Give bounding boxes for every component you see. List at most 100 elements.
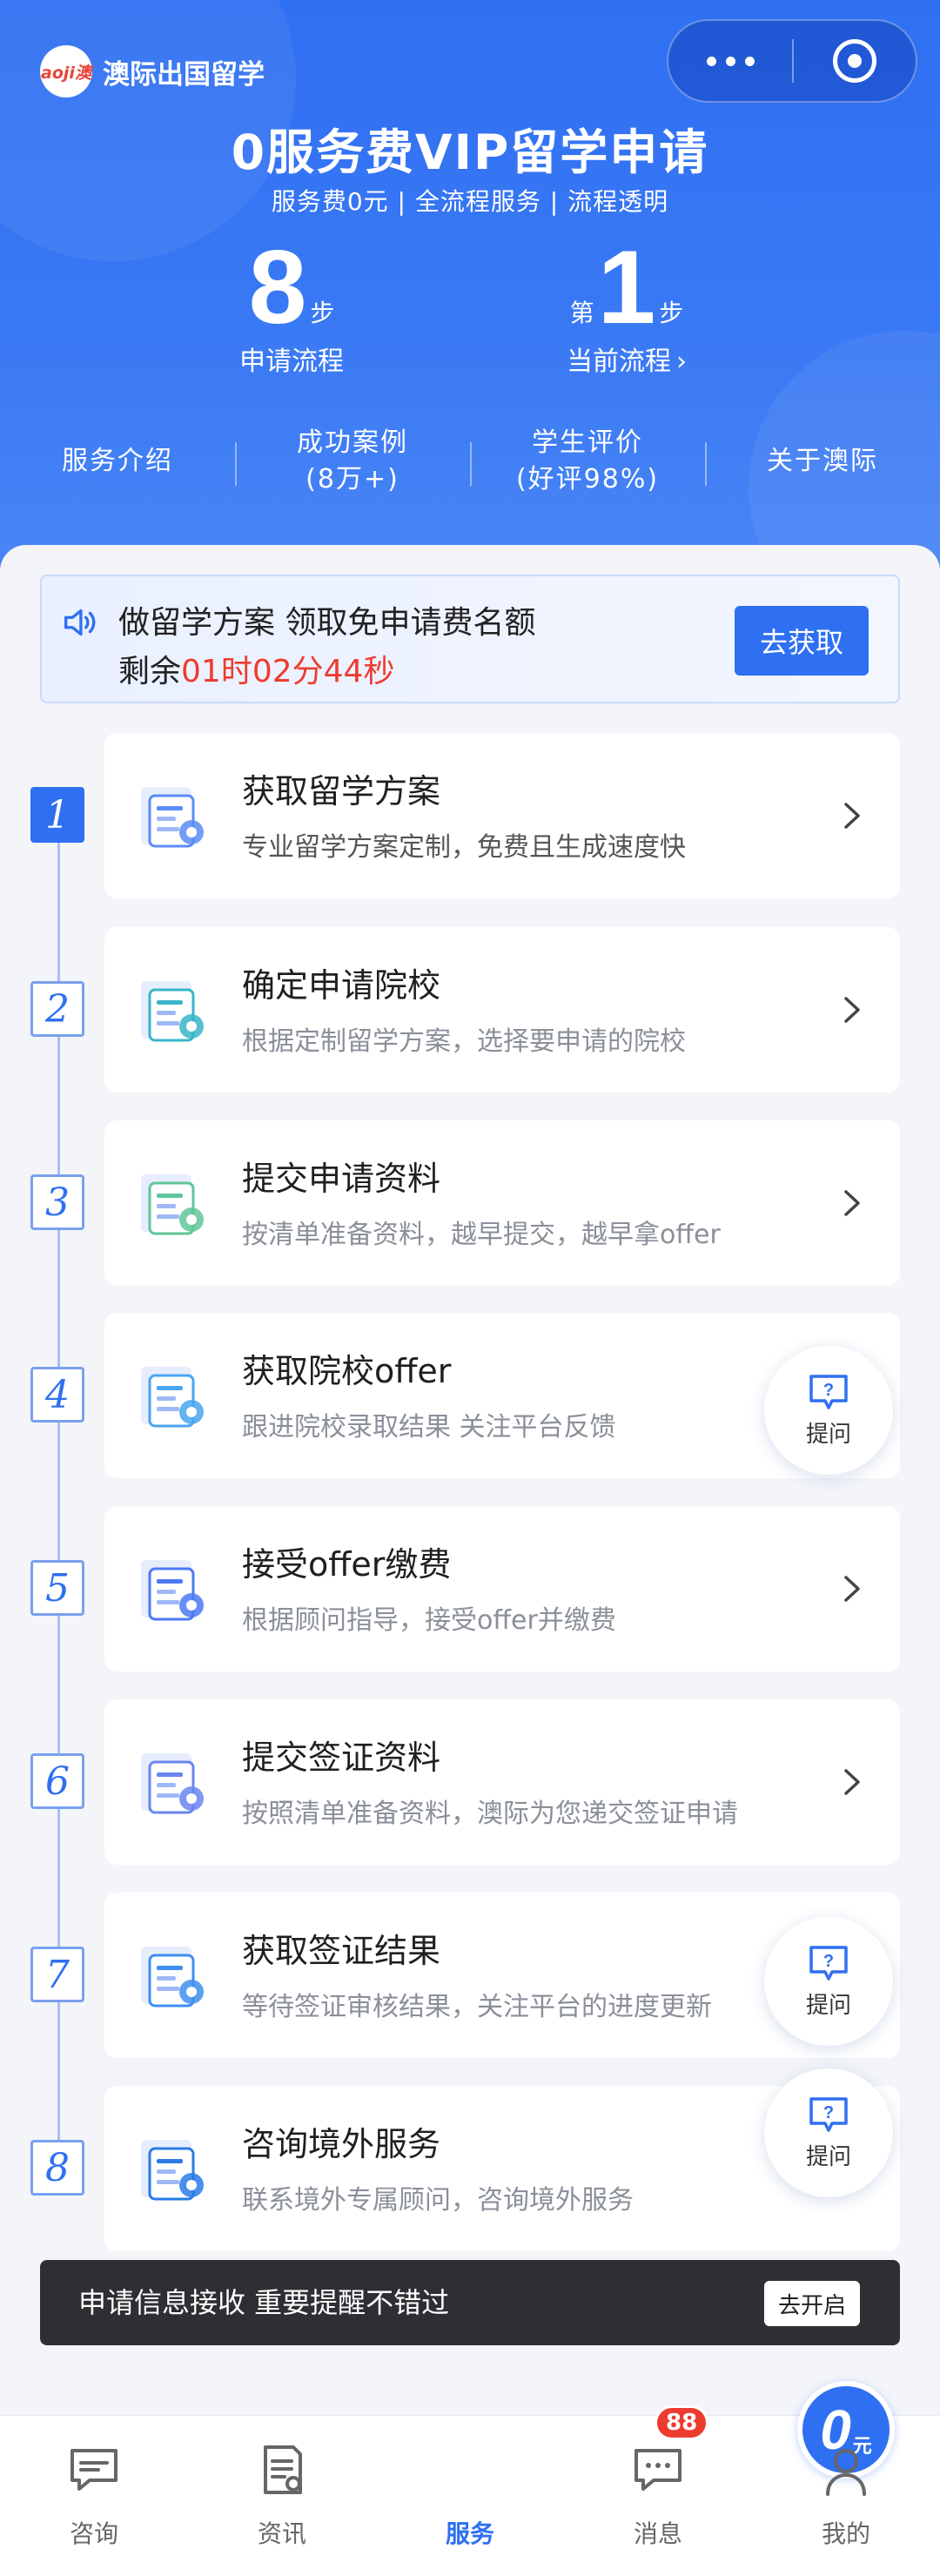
magnifier-document-icon bbox=[131, 1934, 214, 2018]
stat-current-unit: 步 bbox=[659, 299, 684, 327]
step-title: 提交签证资料 bbox=[242, 1739, 441, 1777]
enable-notification-button[interactable]: 去开启 bbox=[764, 2281, 860, 2326]
ask-question-button[interactable]: ? 提问 bbox=[764, 1917, 893, 2046]
promo-remaining-label: 剩余 bbox=[118, 654, 182, 689]
svg-text:?: ? bbox=[823, 1952, 834, 1971]
get-plan-button[interactable]: 去获取 bbox=[735, 606, 869, 676]
ask-question-button[interactable]: ? 提问 bbox=[764, 2068, 893, 2197]
shield-document-icon bbox=[131, 1355, 214, 1438]
step-description: 跟进院校录取结果 关注平台反馈 bbox=[242, 1412, 616, 1443]
step-description: 按清单准备资料，越早提交，越早拿offer bbox=[242, 1220, 721, 1250]
stat-total-steps: 8 步 申请流程 bbox=[218, 235, 366, 378]
document-person-icon bbox=[131, 1162, 214, 1246]
stat-current-step[interactable]: 第 1 步 当前流程 › bbox=[540, 235, 714, 378]
hero-banner: aoji澳 澳际出国留学 0服务费VIP留学申请 服务费0元 | 全流程服务 |… bbox=[0, 0, 940, 592]
person-icon bbox=[826, 2449, 866, 2496]
step-number: 5 bbox=[30, 1560, 84, 1616]
tab-success-cases[interactable]: 成功案例 (8万+) bbox=[235, 418, 470, 505]
step-title: 获取留学方案 bbox=[242, 772, 441, 810]
step-title: 提交申请资料 bbox=[242, 1160, 441, 1198]
step-description: 等待签证审核结果，关注平台的进度更新 bbox=[242, 1992, 712, 2022]
stat-current-value: 1 bbox=[597, 229, 656, 346]
step-title: 获取院校offer bbox=[242, 1352, 452, 1390]
stat-total-caption: 申请流程 bbox=[239, 346, 344, 377]
step-number: 1 bbox=[30, 787, 84, 843]
tab-label: 服务 bbox=[445, 2519, 494, 2548]
step-description: 专业留学方案定制，免费且生成速度快 bbox=[242, 832, 686, 863]
question-bubble-icon: ? bbox=[809, 2096, 848, 2132]
step-card[interactable]: 获取留学方案专业留学方案定制，免费且生成速度快 bbox=[104, 733, 900, 898]
step-number: 4 bbox=[30, 1367, 84, 1423]
question-bubble-icon: ? bbox=[809, 1945, 848, 1981]
tab-consult[interactable]: 咨询 bbox=[0, 2416, 188, 2576]
brand-logo: aoji澳 bbox=[40, 45, 92, 98]
ask-label: 提问 bbox=[805, 1421, 851, 1448]
step-number: 7 bbox=[30, 1947, 84, 2002]
visa-document-icon bbox=[131, 1741, 214, 1825]
notification-banner: 申请信息接收 重要提醒不错过 去开启 bbox=[40, 2260, 900, 2345]
bottom-tab-bar: 咨询 资讯 0元 服务 消息 我的 88 bbox=[0, 2381, 940, 2576]
promo-countdown-row: 剩余01时02分44秒 bbox=[118, 646, 394, 691]
step-title: 接受offer缴费 bbox=[242, 1545, 452, 1584]
step-card[interactable]: 提交申请资料按清单准备资料，越早提交，越早拿offer bbox=[104, 1120, 900, 1286]
hero-nav: 服务介绍 成功案例 (8万+) 学生评价 (好评98%) 关于澳际 bbox=[0, 418, 940, 505]
tab-service-intro[interactable]: 服务介绍 bbox=[0, 418, 235, 505]
stat-current-caption: 当前流程 bbox=[567, 346, 671, 377]
tab-messages[interactable]: 消息 bbox=[564, 2416, 752, 2576]
plan-icon bbox=[131, 775, 214, 858]
step-description: 根据顾问指导，接受offer并缴费 bbox=[242, 1605, 616, 1636]
more-icon[interactable] bbox=[668, 21, 792, 101]
filter-icon bbox=[131, 969, 214, 1053]
page-subtitle: 服务费0元 | 全流程服务 | 流程透明 bbox=[271, 187, 669, 216]
step-number: 3 bbox=[30, 1174, 84, 1230]
tab-label: 我的 bbox=[821, 2519, 870, 2548]
chat-icon bbox=[70, 2449, 118, 2491]
promo-banner[interactable]: 做留学方案 领取免申请费名额 剩余01时02分44秒 去获取 bbox=[40, 575, 900, 703]
tab-news[interactable]: 资讯 bbox=[188, 2416, 376, 2576]
chevron-right-icon bbox=[839, 1767, 865, 1797]
tab-service[interactable]: 0元 服务 bbox=[376, 2381, 895, 2576]
tab-student-reviews[interactable]: 学生评价 (好评98%) bbox=[470, 418, 705, 505]
tab-label: 咨询 bbox=[69, 2519, 118, 2548]
miniprogram-capsule bbox=[667, 19, 917, 103]
chevron-right-icon bbox=[839, 995, 865, 1025]
step-description: 联系境外专属顾问，咨询境外服务 bbox=[242, 2185, 634, 2216]
chevron-right-icon bbox=[839, 1574, 865, 1604]
chevron-right-icon bbox=[839, 1188, 865, 1218]
step-title: 获取签证结果 bbox=[242, 1932, 441, 1970]
step-description: 根据定制留学方案，选择要申请的院校 bbox=[242, 1026, 686, 1057]
step-card[interactable]: 接受offer缴费根据顾问指导，接受offer并缴费 bbox=[104, 1506, 900, 1671]
close-miniprogram-icon[interactable] bbox=[794, 39, 916, 83]
tab-about-aoji[interactable]: 关于澳际 bbox=[705, 418, 940, 505]
news-icon bbox=[264, 2445, 302, 2494]
stat-current-prefix: 第 bbox=[569, 299, 594, 327]
ask-label: 提问 bbox=[805, 1992, 851, 2019]
globe-gear-icon bbox=[131, 2128, 214, 2211]
message-count-badge: 88 bbox=[655, 2405, 709, 2440]
step-description: 按照清单准备资料，澳际为您递交签证申请 bbox=[242, 1799, 738, 1829]
blocks-icon bbox=[131, 1548, 214, 1631]
step-card[interactable]: 确定申请院校根据定制留学方案，选择要申请的院校 bbox=[104, 927, 900, 1093]
stat-total-unit: 步 bbox=[310, 299, 335, 327]
speaker-icon bbox=[64, 609, 96, 636]
ask-question-button[interactable]: ? 提问 bbox=[764, 1346, 893, 1475]
brand: aoji澳 澳际出国留学 bbox=[40, 45, 265, 98]
step-number: 2 bbox=[30, 981, 84, 1037]
promo-headline: 做留学方案 领取免申请费名额 bbox=[118, 605, 536, 641]
step-number: 8 bbox=[30, 2140, 84, 2196]
brand-name: 澳际出国留学 bbox=[103, 58, 265, 91]
step-number: 6 bbox=[30, 1753, 84, 1809]
question-bubble-icon: ? bbox=[809, 1374, 848, 1409]
svg-text:?: ? bbox=[823, 2103, 834, 2122]
chevron-right-icon: › bbox=[676, 346, 687, 377]
tab-profile[interactable]: 我的 bbox=[752, 2416, 940, 2576]
countdown-timer: 01时02分44秒 bbox=[181, 654, 395, 689]
message-icon bbox=[634, 2449, 682, 2491]
step-card[interactable]: 提交签证资料按照清单准备资料，澳际为您递交签证申请 bbox=[104, 1699, 900, 1865]
page-title: 0服务费VIP留学申请 bbox=[231, 124, 709, 180]
chevron-right-icon bbox=[839, 801, 865, 831]
step-title: 确定申请院校 bbox=[242, 966, 441, 1005]
step-title: 咨询境外服务 bbox=[242, 2125, 441, 2163]
tab-label: 消息 bbox=[633, 2519, 682, 2548]
notification-text: 申请信息接收 重要提醒不错过 bbox=[78, 2286, 450, 2319]
